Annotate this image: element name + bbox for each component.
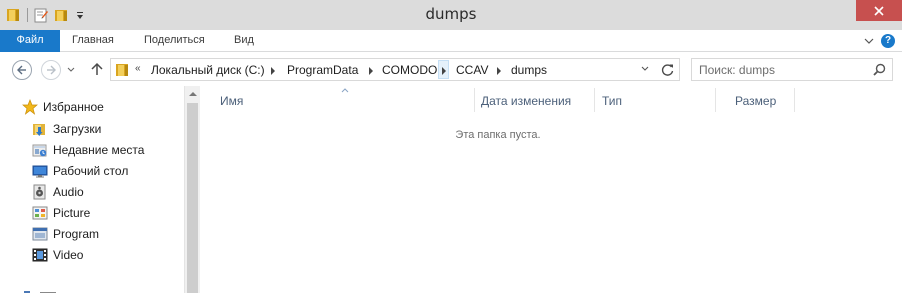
sidebar-favorites-label: Избранное: [43, 100, 104, 114]
sidebar-favorites-header[interactable]: Избранное: [22, 97, 104, 117]
file-list: Имя Дата изменения Тип Размер Эта папка …: [200, 86, 902, 293]
column-header-name[interactable]: Имя: [220, 94, 243, 108]
column-header-type[interactable]: Тип: [602, 94, 622, 108]
window-title: dumps: [425, 5, 477, 23]
sort-ascending-icon: [341, 88, 349, 93]
sidebar-item-label: Рабочий стол: [53, 164, 129, 178]
navigation-pane: Избранное Загрузки Недавние места Рабочи…: [0, 86, 200, 293]
help-icon[interactable]: ?: [881, 34, 895, 48]
video-folder-icon: [32, 248, 48, 262]
sidebar-item-label: Недавние места: [53, 143, 145, 157]
breadcrumb-separator[interactable]: [497, 67, 501, 75]
tab-share[interactable]: Поделиться: [144, 30, 205, 52]
arrow-right-icon: [47, 65, 56, 75]
picture-folder-icon: [32, 206, 48, 220]
breadcrumb-separator[interactable]: [271, 67, 275, 75]
empty-folder-message: Эта папка пуста.: [455, 129, 541, 141]
sidebar-item-label: Audio: [53, 185, 84, 199]
column-header-date-modified[interactable]: Дата изменения: [481, 94, 571, 108]
sidebar-scrollbar[interactable]: [184, 86, 200, 293]
breadcrumb-dumps[interactable]: dumps: [511, 63, 547, 77]
search-placeholder: Поиск: dumps: [699, 63, 775, 77]
recent-locations-chevron-icon[interactable]: [67, 66, 75, 74]
up-arrow-icon[interactable]: [90, 61, 104, 77]
sidebar-item-program[interactable]: Program: [32, 224, 99, 244]
address-bar[interactable]: « Локальный диск (C:) ProgramData COMODO…: [110, 58, 680, 81]
navigation-bar: « Локальный диск (C:) ProgramData COMODO…: [0, 53, 902, 85]
forward-button[interactable]: [41, 60, 61, 80]
search-input[interactable]: Поиск: dumps: [691, 58, 893, 81]
sidebar-item-audio[interactable]: Audio: [32, 182, 84, 202]
scroll-up-icon[interactable]: [189, 92, 197, 96]
column-divider[interactable]: [794, 88, 795, 112]
breadcrumb-separator[interactable]: [369, 67, 373, 75]
back-button[interactable]: [12, 60, 32, 80]
close-button[interactable]: [856, 0, 902, 21]
close-icon: [874, 5, 884, 16]
sidebar-item-recent-places[interactable]: Недавние места: [32, 140, 144, 160]
star-icon: [22, 99, 38, 115]
title-bar: dumps: [0, 0, 902, 30]
arrow-left-icon: [17, 65, 26, 75]
expand-ribbon-icon[interactable]: [864, 36, 874, 46]
column-divider[interactable]: [715, 88, 716, 112]
tab-file[interactable]: Файл: [0, 30, 60, 52]
column-divider[interactable]: [474, 88, 475, 112]
ribbon-tabs: Файл Главная Поделиться Вид ?: [0, 30, 902, 52]
sidebar-item-picture[interactable]: Picture: [32, 203, 90, 223]
tab-home[interactable]: Главная: [72, 30, 114, 52]
sidebar-item-downloads[interactable]: Загрузки: [32, 119, 101, 139]
sidebar-item-desktop[interactable]: Рабочий стол: [32, 161, 128, 181]
recent-places-icon: [32, 144, 47, 157]
scrollbar-thumb[interactable]: [187, 103, 198, 293]
tab-view[interactable]: Вид: [234, 30, 254, 52]
breadcrumb-overflow[interactable]: «: [135, 63, 141, 74]
sidebar-item-label: Program: [53, 227, 100, 241]
breadcrumb-ccav[interactable]: CCAV: [456, 63, 488, 77]
downloads-icon: [33, 124, 45, 136]
sidebar-item-label: Video: [53, 248, 84, 262]
desktop-icon: [32, 165, 48, 178]
program-folder-icon: [32, 227, 48, 241]
breadcrumb-separator[interactable]: [442, 67, 446, 75]
column-header-size[interactable]: Размер: [735, 94, 776, 108]
search-icon[interactable]: [873, 63, 886, 76]
breadcrumb-comodo[interactable]: COMODO: [382, 63, 437, 77]
sidebar-item-label: Picture: [53, 206, 91, 220]
column-divider[interactable]: [594, 88, 595, 112]
refresh-icon[interactable]: [660, 62, 675, 77]
address-history-chevron-icon[interactable]: [641, 66, 649, 72]
sidebar-partial-item: [22, 289, 82, 293]
audio-folder-icon: [33, 184, 46, 200]
sidebar-item-label: Загрузки: [53, 122, 102, 136]
folder-icon: [116, 64, 128, 76]
sidebar-item-video[interactable]: Video: [32, 245, 83, 265]
breadcrumb-local-disk[interactable]: Локальный диск (C:): [151, 63, 265, 77]
breadcrumb-programdata[interactable]: ProgramData: [287, 63, 358, 77]
